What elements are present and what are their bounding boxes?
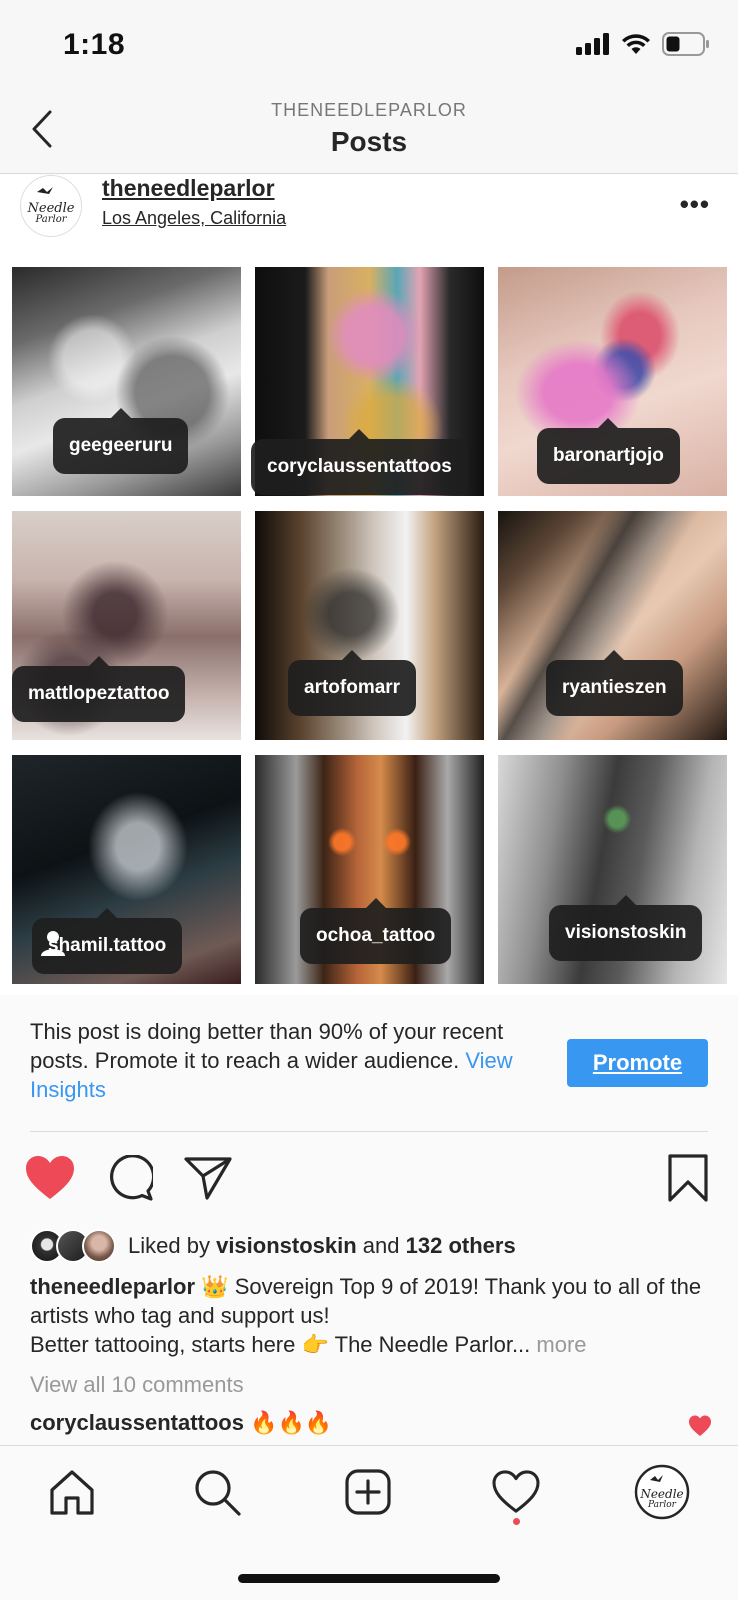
heart-filled-icon [26, 1156, 74, 1199]
view-all-comments-link[interactable]: View all 10 comments [30, 1372, 244, 1398]
comment-icon [110, 1155, 153, 1201]
activity-notification-dot [513, 1518, 520, 1525]
svg-text:Parlor: Parlor [34, 214, 67, 225]
photo-tag[interactable]: visionstoskin [549, 895, 703, 961]
bookmark-icon [668, 1154, 708, 1202]
comment-text: 🔥🔥🔥 [250, 1410, 333, 1435]
tagged-people-icon[interactable] [38, 928, 68, 958]
nav-header: THENEEDLEPARLOR Posts [0, 92, 738, 174]
likes-prefix: Liked by [128, 1233, 210, 1258]
photo-tag[interactable]: ryantieszen [546, 650, 683, 716]
liker-avatars [30, 1229, 116, 1263]
promotion-banner: This post is doing better than 90% of yo… [0, 995, 738, 1132]
activity-icon [492, 1470, 540, 1513]
share-button[interactable] [180, 1150, 236, 1206]
post-caption: theneedleparlor 👑 Sovereign Top 9 of 201… [30, 1272, 720, 1359]
send-icon [184, 1157, 232, 1200]
avatar[interactable]: Needle Parlor [20, 175, 82, 237]
search-icon [195, 1470, 241, 1516]
post-actions [0, 1150, 738, 1210]
crown-emoji: 👑 [201, 1274, 229, 1299]
likes-count[interactable]: 132 others [406, 1233, 516, 1258]
photo-tag[interactable]: ochoa_tattoo [300, 898, 452, 964]
photo-tag[interactable]: artofomarr [288, 650, 417, 716]
comment-username[interactable]: coryclaussentattoos [30, 1410, 244, 1435]
post-username[interactable]: theneedleparlor [102, 175, 275, 202]
header-subtitle: THENEEDLEPARLOR [271, 100, 467, 120]
likes-row[interactable]: Liked by visionstoskin and 132 others [30, 1228, 516, 1264]
photo-tag[interactable]: baronartjojo [537, 418, 680, 484]
cellular-signal-icon [576, 33, 609, 55]
battery-icon [662, 32, 709, 56]
caption-text: The Needle Parlor... [334, 1332, 531, 1357]
status-icons [576, 32, 710, 56]
post-image[interactable]: geegeeruru coryclaussentattoos baronartj… [0, 255, 738, 995]
comment-like-icon[interactable] [688, 1414, 712, 1438]
like-button[interactable] [22, 1150, 78, 1206]
pointing-emoji: 👉 [301, 1332, 329, 1357]
save-button[interactable] [660, 1150, 716, 1206]
caption-more-link[interactable]: more [536, 1332, 586, 1357]
caption-username[interactable]: theneedleparlor [30, 1274, 195, 1299]
avatar [82, 1229, 116, 1263]
new-post-icon [345, 1469, 391, 1515]
photo-tag[interactable]: mattlopeztattoo [12, 656, 186, 722]
photo-tag[interactable]: coryclaussentattoos [251, 429, 468, 495]
profile-icon: Needle Parlor [634, 1464, 690, 1520]
caption-text: Better tattooing, starts here [30, 1332, 296, 1357]
liker-username[interactable]: visionstoskin [216, 1233, 357, 1258]
tab-new-post[interactable] [338, 1462, 398, 1522]
tab-home[interactable] [42, 1462, 102, 1522]
svg-text:Needle: Needle [639, 1487, 683, 1501]
more-options-button[interactable]: ••• [680, 189, 710, 220]
photo-tag[interactable]: geegeeruru [53, 408, 189, 474]
home-indicator[interactable] [238, 1574, 500, 1583]
likes-summary: Liked by visionstoskin and 132 others [128, 1233, 516, 1259]
needle-parlor-logo-icon: Needle Parlor [25, 180, 77, 232]
status-bar: 1:18 [0, 0, 738, 92]
page-title: Posts [330, 126, 408, 157]
tab-activity[interactable] [486, 1462, 546, 1522]
comment: coryclaussentattoos 🔥🔥🔥 [30, 1410, 332, 1436]
wifi-icon [622, 34, 650, 54]
post-location[interactable]: Los Angeles, California [102, 208, 286, 229]
likes-joiner: and [362, 1233, 400, 1258]
promotion-message: This post is doing better than 90% of yo… [30, 1019, 504, 1073]
tab-search[interactable] [187, 1462, 247, 1522]
post-header: Needle Parlor theneedleparlor Los Angele… [0, 175, 738, 255]
tab-profile[interactable]: Needle Parlor [632, 1462, 692, 1522]
status-time: 1:18 [63, 28, 126, 61]
comment-button[interactable] [102, 1150, 158, 1206]
home-icon [50, 1470, 94, 1515]
promote-button[interactable]: Promote [567, 1039, 708, 1087]
promotion-text: This post is doing better than 90% of yo… [30, 1017, 530, 1104]
divider [30, 1131, 708, 1132]
svg-text:Parlor: Parlor [647, 1500, 677, 1510]
